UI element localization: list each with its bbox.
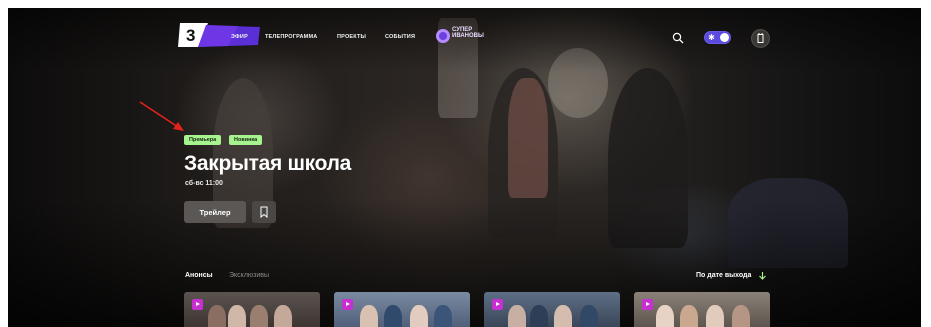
video-card[interactable]: [484, 292, 620, 327]
nav-item-events[interactable]: События: [385, 34, 415, 40]
nav-item-projects[interactable]: Проекты: [337, 34, 366, 40]
nav-item-efir[interactable]: Эфир: [231, 34, 248, 40]
search-icon[interactable]: [672, 32, 684, 44]
arrow-down-icon[interactable]: [758, 271, 767, 280]
tab-exclusives[interactable]: Эксклюзивы: [229, 272, 269, 279]
show-title: Закрытая школа: [184, 152, 352, 175]
annotation-arrow: [139, 101, 184, 131]
show-schedule: сб-вс 11:00: [185, 180, 223, 187]
profile-button[interactable]: [751, 29, 770, 48]
nav-item-tv-program[interactable]: Телепрограмма: [265, 34, 317, 40]
video-card[interactable]: [334, 292, 470, 327]
hero-vignette: [8, 8, 921, 327]
hero-background: [8, 8, 921, 327]
sun-icon: ✱: [708, 33, 715, 42]
promo-badge-label[interactable]: Супер Ивановы: [452, 27, 484, 39]
tab-announcements[interactable]: Анонсы: [185, 272, 213, 279]
play-icon: [192, 299, 203, 310]
play-icon: [492, 299, 503, 310]
play-icon: [342, 299, 353, 310]
user-icon: [757, 33, 764, 43]
logo-mark: 3: [186, 26, 195, 45]
video-card[interactable]: [184, 292, 320, 327]
tag-new: Новинка: [229, 135, 263, 145]
bookmark-button[interactable]: [252, 201, 276, 223]
tag-premiere: Премьера: [184, 135, 222, 145]
video-card[interactable]: [634, 292, 770, 327]
play-icon: [642, 299, 653, 310]
toggle-knob: [720, 33, 729, 42]
bookmark-icon: [260, 206, 268, 219]
sort-dropdown[interactable]: По дате выхода: [696, 272, 751, 279]
trailer-button[interactable]: Трейлер: [184, 201, 246, 223]
theme-toggle[interactable]: ✱: [704, 31, 731, 44]
